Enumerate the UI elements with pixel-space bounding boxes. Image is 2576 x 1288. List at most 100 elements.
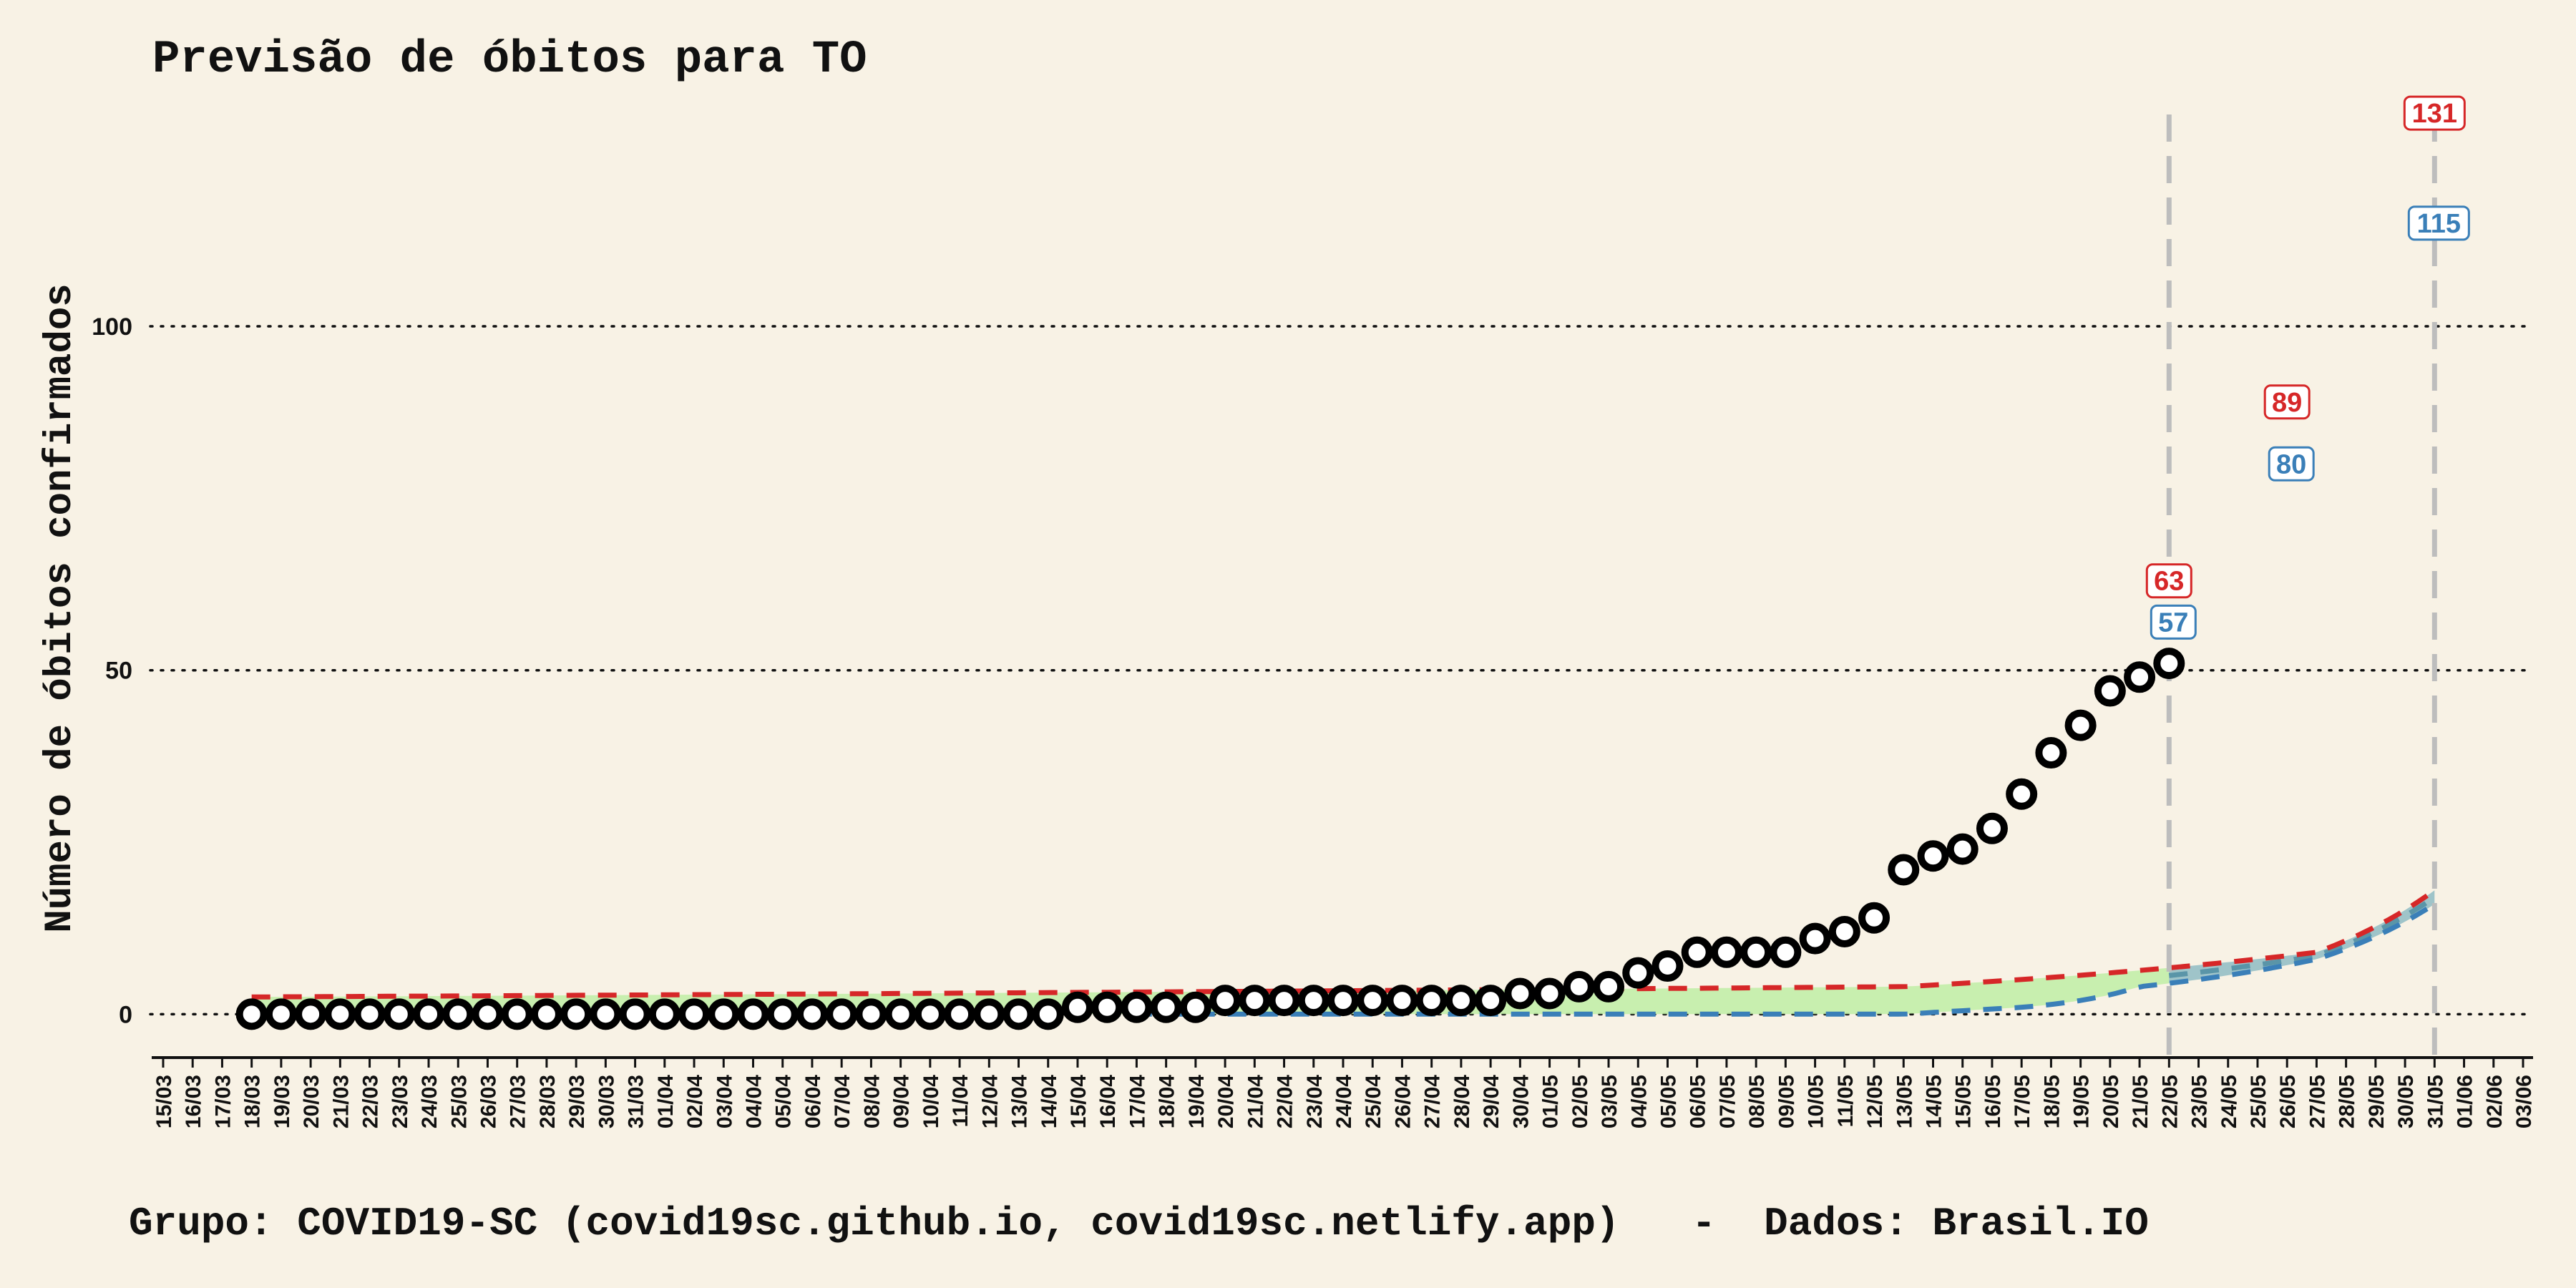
x-tick-label: 30/04 — [1509, 1075, 1533, 1128]
data-point — [383, 998, 415, 1030]
x-tick-label: 28/05 — [2336, 1075, 2359, 1128]
data-point — [590, 998, 622, 1030]
x-tick-label: 14/05 — [1923, 1075, 1946, 1128]
x-tick-label: 29/03 — [565, 1075, 589, 1128]
x-tick-label: 20/04 — [1214, 1075, 1238, 1128]
x-tick-label: 22/05 — [2158, 1075, 2182, 1128]
x-tick-label: 15/04 — [1067, 1075, 1091, 1128]
value-label: 89 — [2272, 388, 2302, 418]
x-tick-label: 18/05 — [2040, 1075, 2064, 1128]
x-tick-label: 01/05 — [1539, 1075, 1563, 1128]
data-point — [1297, 985, 1330, 1017]
data-point — [560, 998, 592, 1030]
data-point — [1652, 950, 1684, 982]
x-tick-label: 20/05 — [2099, 1075, 2123, 1128]
x-tick-label: 21/03 — [329, 1075, 353, 1128]
x-tick-label: 03/04 — [713, 1075, 736, 1128]
data-point — [1032, 998, 1064, 1030]
x-tick-label: 24/03 — [418, 1075, 441, 1128]
data-point — [235, 998, 268, 1030]
x-tick-label: 28/03 — [536, 1075, 560, 1128]
y-tick-label: 50 — [105, 658, 132, 685]
x-tick-label: 28/04 — [1450, 1075, 1474, 1128]
data-point — [1121, 991, 1153, 1023]
x-tick-label: 20/03 — [300, 1075, 323, 1128]
data-point — [708, 998, 740, 1030]
data-point — [2124, 661, 2156, 693]
x-tick-label: 23/04 — [1303, 1075, 1327, 1128]
x-tick-label: 04/04 — [743, 1075, 766, 1128]
x-tick-label: 23/05 — [2188, 1075, 2212, 1128]
data-point — [265, 998, 297, 1030]
data-point — [501, 998, 533, 1030]
x-tick-label: 18/04 — [1156, 1075, 1179, 1128]
data-point — [1150, 991, 1182, 1023]
data-point — [353, 998, 386, 1030]
data-point — [1239, 985, 1271, 1017]
x-tick-label: 31/05 — [2424, 1075, 2447, 1128]
value-label: 57 — [2158, 608, 2188, 638]
data-point — [1179, 991, 1211, 1023]
x-tick-label: 05/04 — [772, 1075, 796, 1128]
x-tick-label: 22/04 — [1274, 1075, 1297, 1128]
data-point — [1445, 985, 1477, 1017]
x-tick-label: 02/04 — [683, 1075, 707, 1128]
data-point — [2006, 778, 2038, 810]
x-tick-label: 19/05 — [2070, 1075, 2094, 1128]
data-point — [1710, 936, 1742, 968]
data-point — [796, 998, 828, 1030]
x-tick-label: 11/05 — [1834, 1075, 1858, 1127]
data-point — [1533, 977, 1566, 1010]
data-point — [737, 998, 769, 1030]
x-tick-label: 09/04 — [890, 1075, 914, 1128]
x-tick-label: 21/04 — [1244, 1075, 1267, 1128]
chart: Previsão de óbitos para TO Número de óbi… — [0, 0, 2576, 1288]
data-point — [413, 998, 445, 1030]
x-tick-label: 25/04 — [1362, 1075, 1385, 1128]
x-tick-label: 29/04 — [1480, 1075, 1503, 1128]
value-label: 80 — [2276, 449, 2306, 479]
x-tick-label: 27/03 — [507, 1075, 530, 1128]
data-point — [973, 998, 1005, 1030]
x-tick-label: 10/05 — [1805, 1075, 1828, 1128]
x-tick-label: 08/04 — [860, 1075, 884, 1128]
data-point — [1740, 936, 1772, 968]
x-tick-label: 12/05 — [1863, 1075, 1887, 1128]
y-tick-label: 0 — [119, 1001, 132, 1028]
data-point — [2153, 648, 2185, 680]
data-point — [1386, 985, 1418, 1017]
value-label: 131 — [2412, 99, 2457, 129]
chart-caption: Grupo: COVID19-SC (covid19sc.github.io, … — [129, 1201, 2149, 1246]
x-tick-label: 19/04 — [1185, 1075, 1209, 1128]
data-point — [1681, 936, 1713, 968]
data-point — [1357, 985, 1389, 1017]
data-point — [914, 998, 946, 1030]
x-tick-label: 27/04 — [1421, 1075, 1445, 1128]
data-point — [1504, 977, 1536, 1010]
x-tick-label: 09/05 — [1775, 1075, 1798, 1128]
x-tick-label: 26/03 — [477, 1075, 500, 1128]
data-point — [1799, 922, 1831, 955]
x-tick-label: 01/04 — [654, 1075, 678, 1128]
x-tick-label: 30/05 — [2394, 1075, 2418, 1128]
x-tick-label: 07/04 — [831, 1075, 854, 1128]
x-tick-label: 01/06 — [2454, 1075, 2477, 1128]
x-tick-label: 13/04 — [1008, 1075, 1032, 1128]
data-point — [1770, 936, 1802, 968]
data-point — [1268, 985, 1300, 1017]
x-tick-label: 30/03 — [595, 1075, 618, 1128]
data-point — [1976, 812, 2008, 844]
x-tick-label: 18/03 — [241, 1075, 265, 1128]
x-tick-label: 07/05 — [1716, 1075, 1740, 1128]
x-tick-label: 06/04 — [801, 1075, 825, 1128]
data-point — [2094, 675, 2126, 707]
x-tick-label: 19/03 — [270, 1075, 294, 1128]
x-tick-label: 08/05 — [1745, 1075, 1769, 1128]
y-axis-label: Número de óbitos confirmados — [39, 283, 82, 932]
data-point — [884, 998, 917, 1030]
x-tick-label: 24/04 — [1332, 1075, 1356, 1128]
data-point — [1091, 991, 1123, 1023]
x-tick-label: 15/03 — [152, 1075, 176, 1128]
data-point — [442, 998, 474, 1030]
x-tick-label: 25/05 — [2247, 1075, 2270, 1128]
